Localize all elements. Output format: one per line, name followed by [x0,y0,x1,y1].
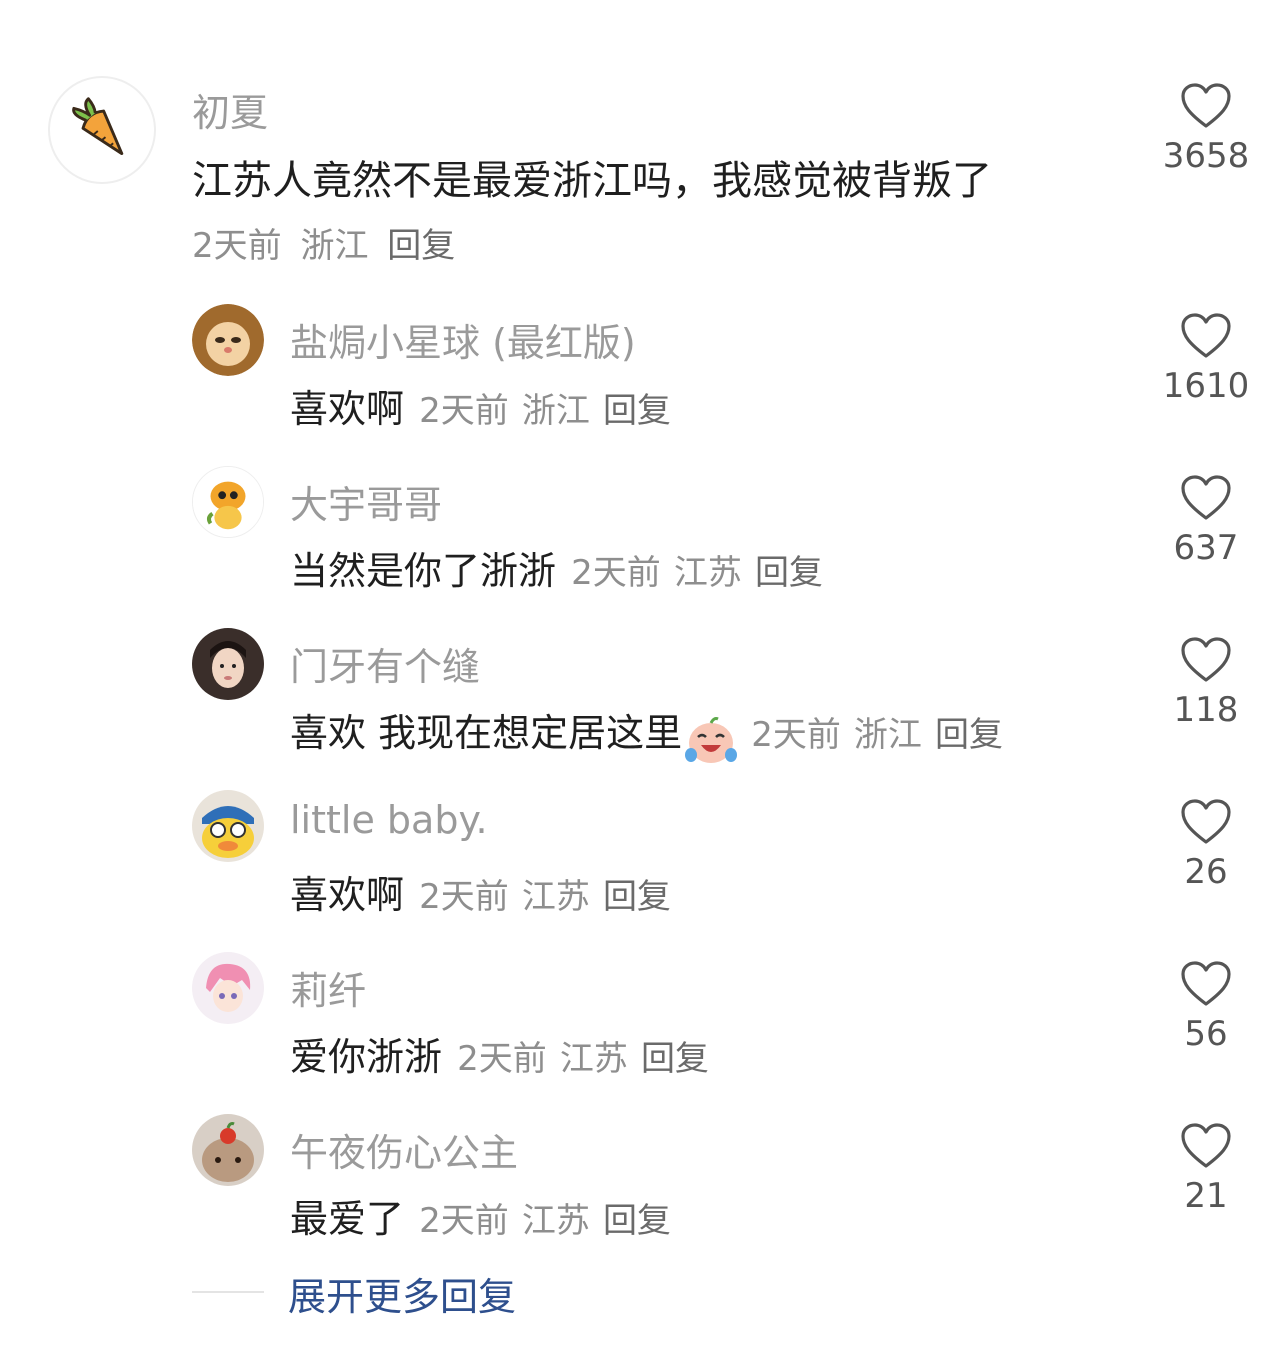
like-button[interactable]: 118 [1146,636,1266,730]
reply-location: 江苏 [559,1039,628,1079]
heart-icon [1181,637,1231,682]
cartoon-bird-avatar-icon[interactable] [192,466,264,538]
like-count: 21 [1184,1176,1228,1216]
reply-time: 2天前 [571,553,661,593]
girl-photo-avatar-icon[interactable] [192,628,264,700]
comment-text: 江苏人竟然不是最爱浙江吗，我感觉被背叛了 [192,158,992,204]
expand-more-label[interactable]: 展开更多回复 [288,1266,516,1321]
comment-time: 2天前 [192,226,282,266]
reply-text: 喜欢啊 [290,387,405,431]
reply-line: 最爱了 2天前 江苏 回复 [290,1188,671,1243]
heart-icon [1181,799,1231,844]
reply-text: 最爱了 [290,1197,405,1241]
reply-line: 喜欢 我现在想定居这里 2天前 浙江 回复 [290,702,1003,769]
reply-time: 2天前 [419,1201,509,1241]
reply-time: 2天前 [751,715,841,755]
reply-text: 爱你浙浙 [290,1035,443,1079]
like-button[interactable]: 3658 [1146,82,1266,176]
like-count: 3658 [1162,136,1250,176]
username[interactable]: 盐焗小星球 (最红版) [290,312,636,367]
username[interactable]: 门牙有个缝 [290,636,480,691]
divider [192,1291,264,1293]
reply-location: 浙江 [521,391,590,431]
reply-button[interactable]: 回复 [603,391,671,431]
reply-button[interactable]: 回复 [641,1039,709,1079]
reply-button[interactable]: 回复 [755,553,823,593]
reply-button[interactable]: 回复 [935,715,1003,755]
anime-boy-avatar-icon[interactable] [192,952,264,1024]
reply-time: 2天前 [419,877,509,917]
reply-location: 浙江 [853,715,922,755]
lion-cat-avatar-icon[interactable] [192,304,264,376]
like-button[interactable]: 56 [1146,960,1266,1054]
like-button[interactable]: 21 [1146,1122,1266,1216]
reply-line: 喜欢啊 2天前 江苏 回复 [290,864,671,919]
like-count: 1610 [1162,366,1250,406]
like-count: 56 [1184,1014,1228,1054]
reply-text: 当然是你了浙浙 [290,549,557,593]
heart-icon [1181,313,1231,358]
carrot-avatar-icon[interactable] [48,76,156,184]
reply-text: 喜欢 我现在想定居这里 [290,711,683,755]
crying-laughing-emoji-icon [684,715,738,769]
reply-time: 2天前 [457,1039,547,1079]
like-count: 26 [1184,852,1228,892]
like-button[interactable]: 1610 [1146,312,1266,406]
heart-icon [1181,475,1231,520]
reply-line: 当然是你了浙浙 2天前 江苏 回复 [290,540,823,595]
reply-location: 江苏 [521,877,590,917]
reply-text: 喜欢啊 [290,873,405,917]
reply-button[interactable]: 回复 [387,226,455,266]
heart-icon [1181,83,1231,128]
rabbit-avatar-icon[interactable] [192,1114,264,1186]
heart-icon [1181,961,1231,1006]
username[interactable]: 午夜伤心公主 [290,1122,518,1177]
comment-meta: 2天前 浙江 回复 [192,218,455,267]
username[interactable]: 初夏 [192,82,268,137]
reply-location: 江苏 [673,553,742,593]
reply-time: 2天前 [419,391,509,431]
reply-button[interactable]: 回复 [603,877,671,917]
comment-location: 浙江 [300,226,369,266]
heart-icon [1181,1123,1231,1168]
username[interactable]: 大宇哥哥 [290,474,442,529]
like-count: 118 [1173,690,1239,730]
reply-line: 爱你浙浙 2天前 江苏 回复 [290,1026,709,1081]
reply-button[interactable]: 回复 [603,1201,671,1241]
duck-avatar-icon[interactable] [192,790,264,862]
like-count: 637 [1173,528,1239,568]
like-button[interactable]: 26 [1146,798,1266,892]
reply-location: 江苏 [521,1201,590,1241]
username[interactable]: little baby. [290,798,488,842]
reply-line: 喜欢啊 2天前 浙江 回复 [290,378,671,433]
like-button[interactable]: 637 [1146,474,1266,568]
username[interactable]: 莉纤 [290,960,366,1015]
